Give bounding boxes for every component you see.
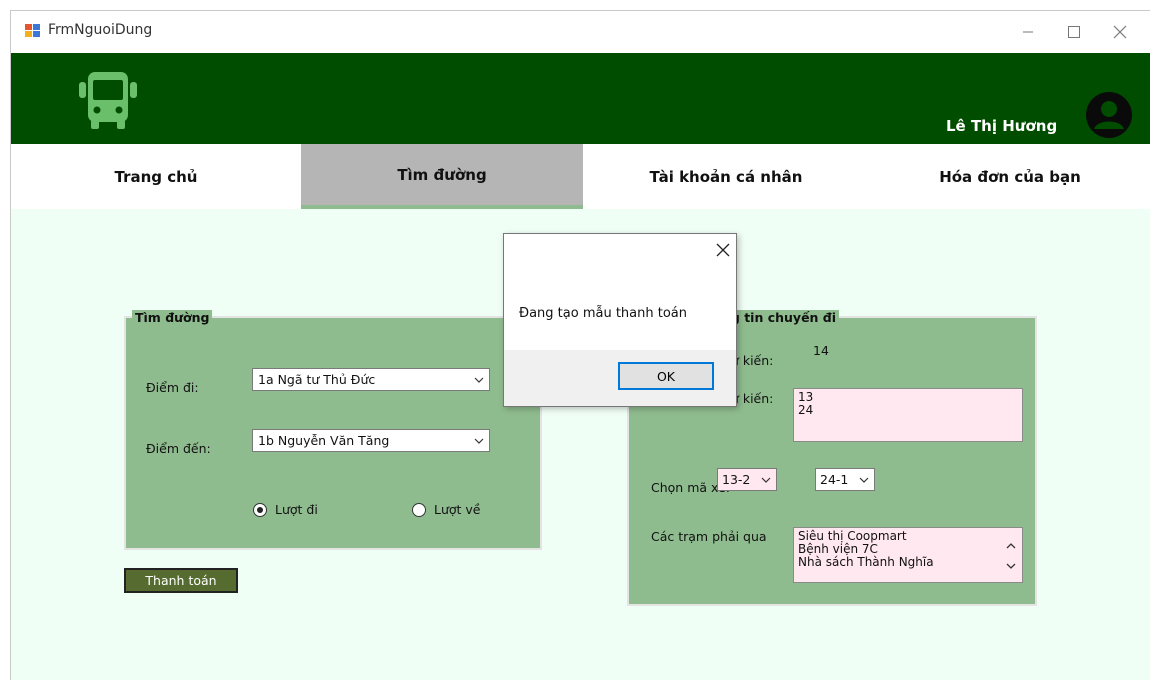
title-bar: FrmNguoiDung bbox=[11, 11, 1150, 53]
bus-code-select-2[interactable]: 24-1 bbox=[815, 468, 875, 491]
list-item[interactable]: 24 bbox=[798, 404, 1018, 417]
close-icon bbox=[1113, 25, 1127, 39]
list-item[interactable]: Nhà sách Thành Nghĩa bbox=[798, 556, 1018, 569]
app-window: FrmNguoiDung Lê Thị Hương Trang chủ Tìm … bbox=[10, 10, 1150, 680]
chevron-down-icon bbox=[474, 377, 484, 383]
to-select-value: 1b Nguyễn Văn Tăng bbox=[258, 433, 390, 448]
tab-personal-account-label: Tài khoản cá nhân bbox=[649, 167, 803, 186]
dialog-footer: OK bbox=[504, 350, 736, 406]
maximize-button[interactable] bbox=[1051, 11, 1097, 53]
estimate-list[interactable]: 13 24 bbox=[793, 388, 1023, 442]
tab-home[interactable]: Trang chủ bbox=[11, 144, 301, 209]
trip-info-legend: ng tin chuyến đi bbox=[719, 310, 840, 325]
header-banner: Lê Thị Hương bbox=[11, 53, 1150, 144]
tab-invoices-label: Hóa đơn của bạn bbox=[939, 167, 1081, 186]
message-dialog: Đang tạo mẫu thanh toán OK bbox=[503, 233, 737, 407]
from-select[interactable]: 1a Ngã tư Thủ Đức bbox=[252, 368, 490, 391]
to-label: Điểm đến: bbox=[146, 441, 211, 456]
chevron-down-icon bbox=[761, 477, 771, 483]
ok-button-label: OK bbox=[656, 368, 676, 384]
tab-find-route-label: Tìm đường bbox=[397, 165, 487, 184]
bus-code-2-value: 24-1 bbox=[820, 472, 849, 487]
user-avatar-icon[interactable] bbox=[1085, 91, 1133, 139]
tab-home-label: Trang chủ bbox=[114, 167, 198, 186]
tab-personal-account[interactable]: Tài khoản cá nhân bbox=[583, 144, 869, 209]
tab-invoices[interactable]: Hóa đơn của bạn bbox=[869, 144, 1150, 209]
ok-button[interactable]: OK bbox=[618, 362, 714, 390]
from-label: Điểm đi: bbox=[146, 380, 199, 395]
dialog-close-button[interactable] bbox=[716, 240, 730, 263]
scroll-up-icon[interactable] bbox=[1006, 542, 1016, 550]
close-window-button[interactable] bbox=[1097, 11, 1143, 53]
dialog-message: Đang tạo mẫu thanh toán bbox=[519, 306, 687, 321]
route-legend: Tìm đường bbox=[132, 310, 213, 325]
radio-return[interactable] bbox=[412, 503, 426, 517]
app-icon bbox=[25, 24, 41, 38]
estimate-value-1: 14 bbox=[813, 343, 829, 358]
pay-button-label: Thanh toán bbox=[145, 573, 217, 588]
minimize-icon bbox=[1023, 31, 1033, 33]
stations-list[interactable]: Siêu thị Coopmart Bệnh viện 7C Nhà sách … bbox=[793, 527, 1023, 583]
bus-code-1-value: 13-2 bbox=[722, 472, 751, 487]
radio-go-label: Lượt đi bbox=[275, 502, 318, 517]
minimize-button[interactable] bbox=[1005, 11, 1051, 53]
window-title: FrmNguoiDung bbox=[48, 22, 153, 38]
radio-go[interactable] bbox=[253, 503, 267, 517]
close-icon bbox=[716, 243, 730, 257]
user-name: Lê Thị Hương bbox=[946, 117, 1058, 135]
bus-code-select-1[interactable]: 13-2 bbox=[717, 468, 777, 491]
stations-label: Các trạm phải qua bbox=[651, 529, 767, 544]
bus-icon bbox=[79, 72, 137, 129]
tab-find-route[interactable]: Tìm đường bbox=[301, 144, 583, 209]
nav-bar: Trang chủ Tìm đường Tài khoản cá nhân Hó… bbox=[11, 144, 1150, 209]
from-select-value: 1a Ngã tư Thủ Đức bbox=[258, 372, 376, 387]
list-item[interactable]: 13 bbox=[798, 391, 1018, 404]
radio-return-label: Lượt về bbox=[434, 502, 481, 517]
pay-button[interactable]: Thanh toán bbox=[124, 568, 238, 593]
to-select[interactable]: 1b Nguyễn Văn Tăng bbox=[252, 429, 490, 452]
scroll-down-icon[interactable] bbox=[1006, 562, 1016, 570]
maximize-icon bbox=[1068, 26, 1080, 38]
route-groupbox: Tìm đường Điểm đi: 1a Ngã tư Thủ Đức Điể… bbox=[124, 310, 542, 550]
chevron-down-icon bbox=[474, 438, 484, 444]
chevron-down-icon bbox=[859, 477, 869, 483]
